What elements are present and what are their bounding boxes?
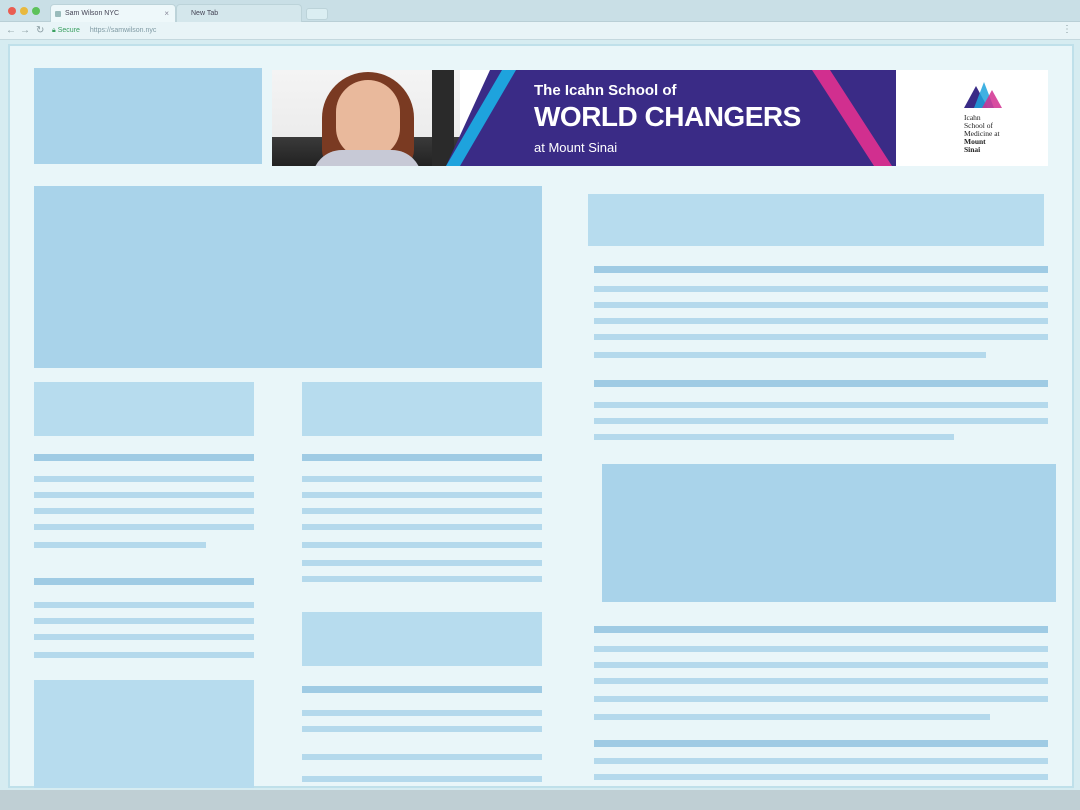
hero-image-placeholder xyxy=(34,186,542,368)
text-line xyxy=(302,454,542,461)
text-line xyxy=(594,318,1048,324)
article-image-placeholder xyxy=(34,680,254,788)
text-line xyxy=(594,266,1048,273)
text-line xyxy=(34,634,254,640)
text-line xyxy=(594,286,1048,292)
close-icon[interactable]: × xyxy=(164,9,169,18)
text-line xyxy=(594,696,1048,702)
text-line xyxy=(594,758,1048,764)
text-line xyxy=(302,776,542,782)
text-line xyxy=(594,418,1048,424)
ad-headline-bottom: at Mount Sinai xyxy=(534,140,618,155)
menu-icon[interactable]: ⋮ xyxy=(1062,24,1072,35)
ad-headline-main: WORLD CHANGERS xyxy=(534,101,801,132)
text-line xyxy=(302,686,542,693)
text-line xyxy=(302,492,542,498)
text-line xyxy=(34,542,206,548)
text-line xyxy=(594,774,1048,780)
text-line xyxy=(34,602,254,608)
feature-image-placeholder xyxy=(602,464,1056,602)
lock-icon: 🔒︎ xyxy=(52,27,56,34)
ad-photo xyxy=(272,70,460,166)
section-heading-placeholder xyxy=(588,194,1044,246)
url-text: https://samwilson.nyc xyxy=(89,27,157,34)
text-line xyxy=(34,618,254,624)
article-image-placeholder xyxy=(34,382,254,436)
text-line xyxy=(34,476,254,482)
text-line xyxy=(594,434,954,440)
text-line xyxy=(302,476,542,482)
text-line xyxy=(302,710,542,716)
text-line xyxy=(302,726,542,732)
text-line xyxy=(302,754,542,760)
address-bar[interactable]: 🔒︎ Secure https://samwilson.nyc xyxy=(52,25,1062,37)
browser-toolbar: ← → ↻ 🔒︎ Secure https://samwilson.nyc ⋮ xyxy=(0,22,1080,40)
tab-label: New Tab xyxy=(191,10,219,17)
text-line xyxy=(34,454,254,461)
page-content: The Icahn School of WORLD CHANGERS at Mo… xyxy=(8,44,1074,788)
tab-new-tab[interactable]: New Tab xyxy=(176,4,302,22)
maximize-window-button[interactable] xyxy=(32,7,40,15)
mountain-logo-icon xyxy=(964,82,1002,108)
tab-bar: Sam Wilson NYC × New Tab xyxy=(0,0,1080,22)
text-line xyxy=(302,508,542,514)
text-line xyxy=(594,662,1048,668)
text-line xyxy=(594,334,1048,340)
text-line xyxy=(302,524,542,530)
text-line xyxy=(34,508,254,514)
taskbar xyxy=(0,790,1080,810)
logo-wordmark: Icahn School of Medicine at Mount Sinai xyxy=(964,113,1000,154)
text-line xyxy=(594,352,986,358)
text-line xyxy=(594,402,1048,408)
tab-sam-wilson[interactable]: Sam Wilson NYC × xyxy=(50,4,176,22)
text-line xyxy=(594,646,1048,652)
close-window-button[interactable] xyxy=(8,7,16,15)
mount-sinai-logo: Icahn School of Medicine at Mount Sinai xyxy=(962,80,1032,160)
tab-label: Sam Wilson NYC xyxy=(65,10,120,17)
article-image-placeholder xyxy=(302,382,542,436)
secure-label: Secure xyxy=(57,27,80,34)
forward-icon[interactable]: → xyxy=(20,25,30,37)
banner-ad[interactable]: The Icahn School of WORLD CHANGERS at Mo… xyxy=(272,70,1048,166)
reload-icon[interactable]: ↻ xyxy=(36,25,44,37)
new-tab-button[interactable] xyxy=(306,8,328,20)
text-line xyxy=(594,626,1048,633)
article-image-placeholder xyxy=(302,612,542,666)
text-line xyxy=(302,576,542,582)
text-line xyxy=(594,740,1048,747)
text-line xyxy=(594,302,1048,308)
text-line xyxy=(34,524,254,530)
text-line xyxy=(34,492,254,498)
back-icon[interactable]: ← xyxy=(6,25,16,37)
browser-window: Sam Wilson NYC × New Tab ← → ↻ 🔒︎ Secure… xyxy=(0,0,1080,810)
text-line xyxy=(34,652,254,658)
logo-placeholder xyxy=(34,68,262,164)
text-line xyxy=(34,578,254,585)
text-line xyxy=(302,560,542,566)
text-line xyxy=(594,714,990,720)
ad-headline-top: The Icahn School of xyxy=(534,82,677,99)
text-line xyxy=(594,380,1048,387)
favicon-icon xyxy=(55,11,61,17)
text-line xyxy=(302,542,542,548)
minimize-window-button[interactable] xyxy=(20,7,28,15)
text-line xyxy=(594,678,1048,684)
